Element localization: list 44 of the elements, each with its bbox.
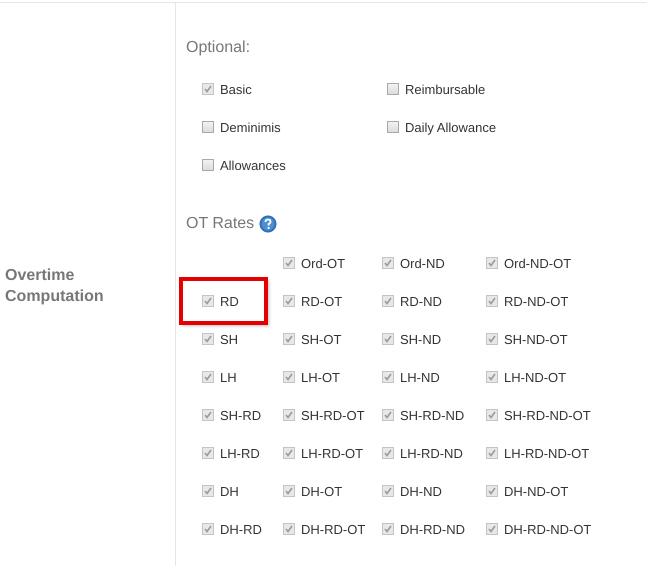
checkbox-label: Ord-ND bbox=[400, 256, 445, 270]
checkbox-label: LH-RD-ND-OT bbox=[504, 446, 590, 460]
checkbox-label: LH-RD bbox=[220, 446, 260, 460]
checkbox-label: LH-ND bbox=[400, 370, 440, 384]
checkbox-label: DH-RD-ND bbox=[400, 522, 465, 536]
checkbox-label: Reimbursable bbox=[405, 82, 486, 96]
checkbox-label: LH-ND-OT bbox=[504, 370, 566, 384]
checkbox-label: SH-ND-OT bbox=[504, 332, 568, 346]
checkbox-label: SH-OT bbox=[301, 332, 342, 346]
checkbox[interactable] bbox=[202, 121, 214, 133]
group-heading: OT Rates bbox=[186, 215, 254, 233]
checkbox[interactable] bbox=[387, 121, 399, 133]
checkbox-label: SH-RD bbox=[220, 408, 262, 422]
checkbox-label: LH-RD-ND bbox=[400, 446, 463, 460]
checkbox-label: Basic bbox=[220, 82, 252, 96]
checkbox-label: DH bbox=[220, 484, 239, 498]
checkbox-label: SH-RD-OT bbox=[301, 408, 365, 422]
checkbox-label: Allowances bbox=[220, 158, 286, 172]
section-label: Overtime Computation bbox=[5, 266, 105, 306]
checkbox-label: RD-ND bbox=[400, 294, 442, 308]
help-icon[interactable] bbox=[259, 215, 278, 233]
checkbox-label: LH-OT bbox=[301, 370, 340, 384]
checkbox-label: DH-OT bbox=[301, 484, 342, 498]
checkbox-label: DH-RD-OT bbox=[301, 522, 366, 536]
checkbox-label: DH-RD bbox=[220, 522, 262, 536]
checkbox-label: Deminimis bbox=[220, 120, 281, 134]
checkbox-label: DH-ND-OT bbox=[504, 484, 568, 498]
checkbox-label: SH-RD-ND bbox=[400, 408, 464, 422]
checkbox-label: DH-ND bbox=[400, 484, 442, 498]
highlight-frame: RD bbox=[183, 281, 264, 321]
checkbox-label: RD-OT bbox=[301, 294, 342, 308]
checkbox-label: Daily Allowance bbox=[405, 120, 496, 134]
checkbox[interactable] bbox=[387, 83, 399, 95]
checkbox-label: SH-ND bbox=[400, 332, 442, 346]
group-heading: Optional: bbox=[186, 39, 250, 57]
checkbox-label: DH-RD-ND-OT bbox=[504, 522, 592, 536]
checkbox-label: Ord-OT bbox=[301, 256, 346, 270]
checkbox-label: LH bbox=[220, 370, 237, 384]
checkbox-label: SH bbox=[220, 332, 238, 346]
checkbox-label: RD-ND-OT bbox=[504, 294, 568, 308]
checkbox-label: Ord-ND-OT bbox=[504, 256, 572, 270]
checkbox-label: LH-RD-OT bbox=[301, 446, 364, 460]
checkbox[interactable] bbox=[202, 159, 214, 171]
checkbox-label: SH-RD-ND-OT bbox=[504, 408, 591, 422]
